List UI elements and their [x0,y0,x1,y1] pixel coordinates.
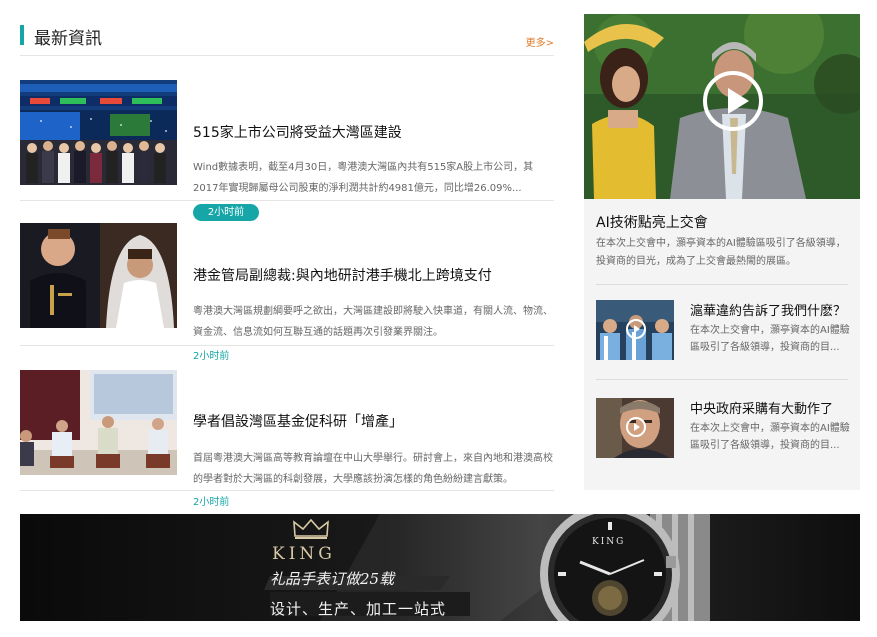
crown-icon [293,518,329,539]
featured-video-thumbnail[interactable] [584,14,860,199]
video-thumbnail-football[interactable] [596,300,674,360]
video-title[interactable]: 中央政府采購有大動作了 [690,398,833,417]
divider [596,379,848,380]
play-icon[interactable] [626,319,646,339]
featured-video-panel: AI技術點亮上交會 在本次上交會中，灝亭資本的AI體驗區吸引了各級領導，投資商的… [584,14,860,490]
video-title[interactable]: 滬華違約告訴了我們什麽？ [690,300,846,319]
news-item[interactable]: 學者倡設灣區基金促科研「增產」 首屆粵港澳大灣區高等教育論壇在中山大學舉行。研討… [20,346,554,508]
play-icon[interactable] [703,71,763,131]
news-item[interactable]: 港金管局副總裁:與內地研討港手機北上跨境支付 粵港澳大灣區規劃綱要呼之欲出，大灣… [20,201,554,362]
news-headline[interactable]: 港金管局副總裁:與內地研討港手機北上跨境支付 [193,265,492,285]
section-header: 最新資訊 更多> [20,14,554,56]
ad-brand: KING [272,544,336,564]
ad-tagline: 礼品手表订做25载 [270,570,395,588]
featured-title[interactable]: AI技術點亮上交會 [596,212,708,232]
news-thumbnail-panel[interactable] [20,370,177,475]
watch-brand-text: KING [592,537,625,547]
news-headline[interactable]: 515家上市公司將受益大灣區建設 [193,122,402,142]
video-description: 在本次上交會中，灝亭資本的AI體驗區吸引了各級領導，投資商的目... [690,423,850,451]
video-list-item[interactable]: 中央政府采購有大動作了 在本次上交會中，灝亭資本的AI體驗區吸引了各級領導，投資… [596,398,856,460]
latest-news-section: 最新資訊 更多> 515家上市公司將受益大灣區建設 Wind數據表明，截至4月3… [20,14,554,508]
news-headline[interactable]: 學者倡設灣區基金促科研「增產」 [193,411,403,431]
video-thumbnail-portrait[interactable] [596,398,674,458]
news-summary: 粵港澳大灣區規劃綱要呼之欲出，大灣區建設即將駛入快車道，有關人流、物流、資金流、… [193,306,553,338]
more-link[interactable]: 更多> [526,34,554,49]
video-description: 在本次上交會中，灝亭資本的AI體驗區吸引了各級領導，投資商的目... [690,325,850,353]
section-title: 最新資訊 [34,29,102,49]
play-icon[interactable] [626,417,646,437]
featured-description: 在本次上交會中，灝亭資本的AI體驗區吸引了各級領導，投資商的目光，成為了上交會最… [596,238,846,267]
news-summary: 首屆粵港澳大灣區高等教育論壇在中山大學舉行。研討會上，來自內地和港澳高校的學者對… [193,453,553,485]
divider [596,284,848,285]
ad-banner[interactable]: KING KING 礼品手表订做25载 设计、生产、加工一站式 [20,514,860,621]
video-list-item[interactable]: 滬華違約告訴了我們什麽？ 在本次上交會中，灝亭資本的AI體驗區吸引了各級領導，投… [596,300,856,362]
news-thumbnail-stock-exchange[interactable] [20,80,177,185]
news-summary: Wind數據表明，截至4月30日，粵港澳大灣區內共有515家A股上市公司，其20… [193,162,534,194]
ad-tagline-secondary: 设计、生产、加工一站式 [270,600,447,618]
news-time: 2小时前 [193,497,230,508]
news-item[interactable]: 515家上市公司將受益大灣區建設 Wind數據表明，截至4月30日，粵港澳大灣區… [20,56,554,221]
section-accent-bar [20,25,24,45]
news-thumbnail-wedding[interactable] [20,223,177,328]
